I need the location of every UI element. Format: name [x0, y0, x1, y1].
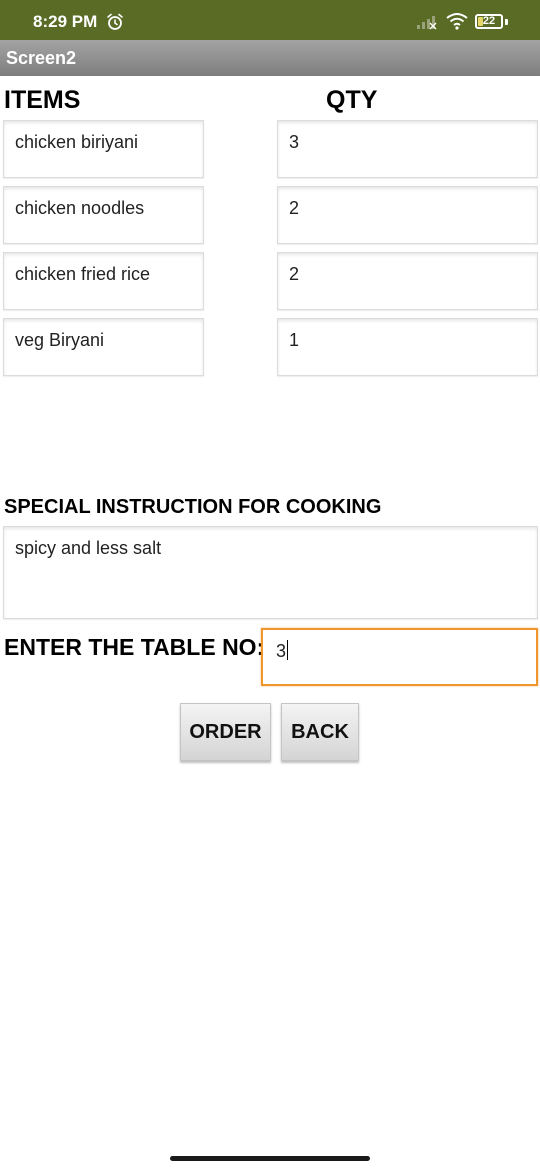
- item-field-4[interactable]: veg Biryani: [3, 318, 204, 376]
- order-button[interactable]: ORDER: [180, 703, 271, 761]
- special-instruction-field[interactable]: spicy and less salt: [3, 526, 538, 619]
- alarm-icon: [106, 13, 124, 36]
- qty-field-3[interactable]: 2: [277, 252, 538, 310]
- item-field-1[interactable]: chicken biriyani: [3, 120, 204, 178]
- signal-icon: [416, 14, 438, 35]
- table-number-value: 3: [276, 641, 287, 661]
- home-indicator[interactable]: [170, 1156, 370, 1161]
- qty-heading: QTY: [326, 86, 378, 114]
- table-number-field[interactable]: 3: [261, 628, 538, 686]
- qty-field-2[interactable]: 2: [277, 186, 538, 244]
- qty-field-4[interactable]: 1: [277, 318, 538, 376]
- items-heading: ITEMS: [4, 86, 81, 114]
- table-number-label: ENTER THE TABLE NO:: [4, 634, 265, 660]
- status-bar: 8:29 PM 22: [0, 0, 540, 40]
- wifi-icon: [445, 12, 469, 35]
- battery-tip: [505, 19, 508, 25]
- qty-field-1[interactable]: 3: [277, 120, 538, 178]
- text-caret: [287, 640, 289, 660]
- status-time: 8:29 PM: [33, 12, 98, 31]
- special-instruction-label: SPECIAL INSTRUCTION FOR COOKING: [4, 496, 382, 518]
- screen-title: Screen2: [6, 48, 77, 68]
- battery-icon: 22: [475, 14, 503, 29]
- item-field-2[interactable]: chicken noodles: [3, 186, 204, 244]
- item-field-3[interactable]: chicken fried rice: [3, 252, 204, 310]
- battery-level: 22: [482, 15, 496, 27]
- back-button[interactable]: BACK: [281, 703, 359, 761]
- title-bar: Screen2: [0, 40, 540, 76]
